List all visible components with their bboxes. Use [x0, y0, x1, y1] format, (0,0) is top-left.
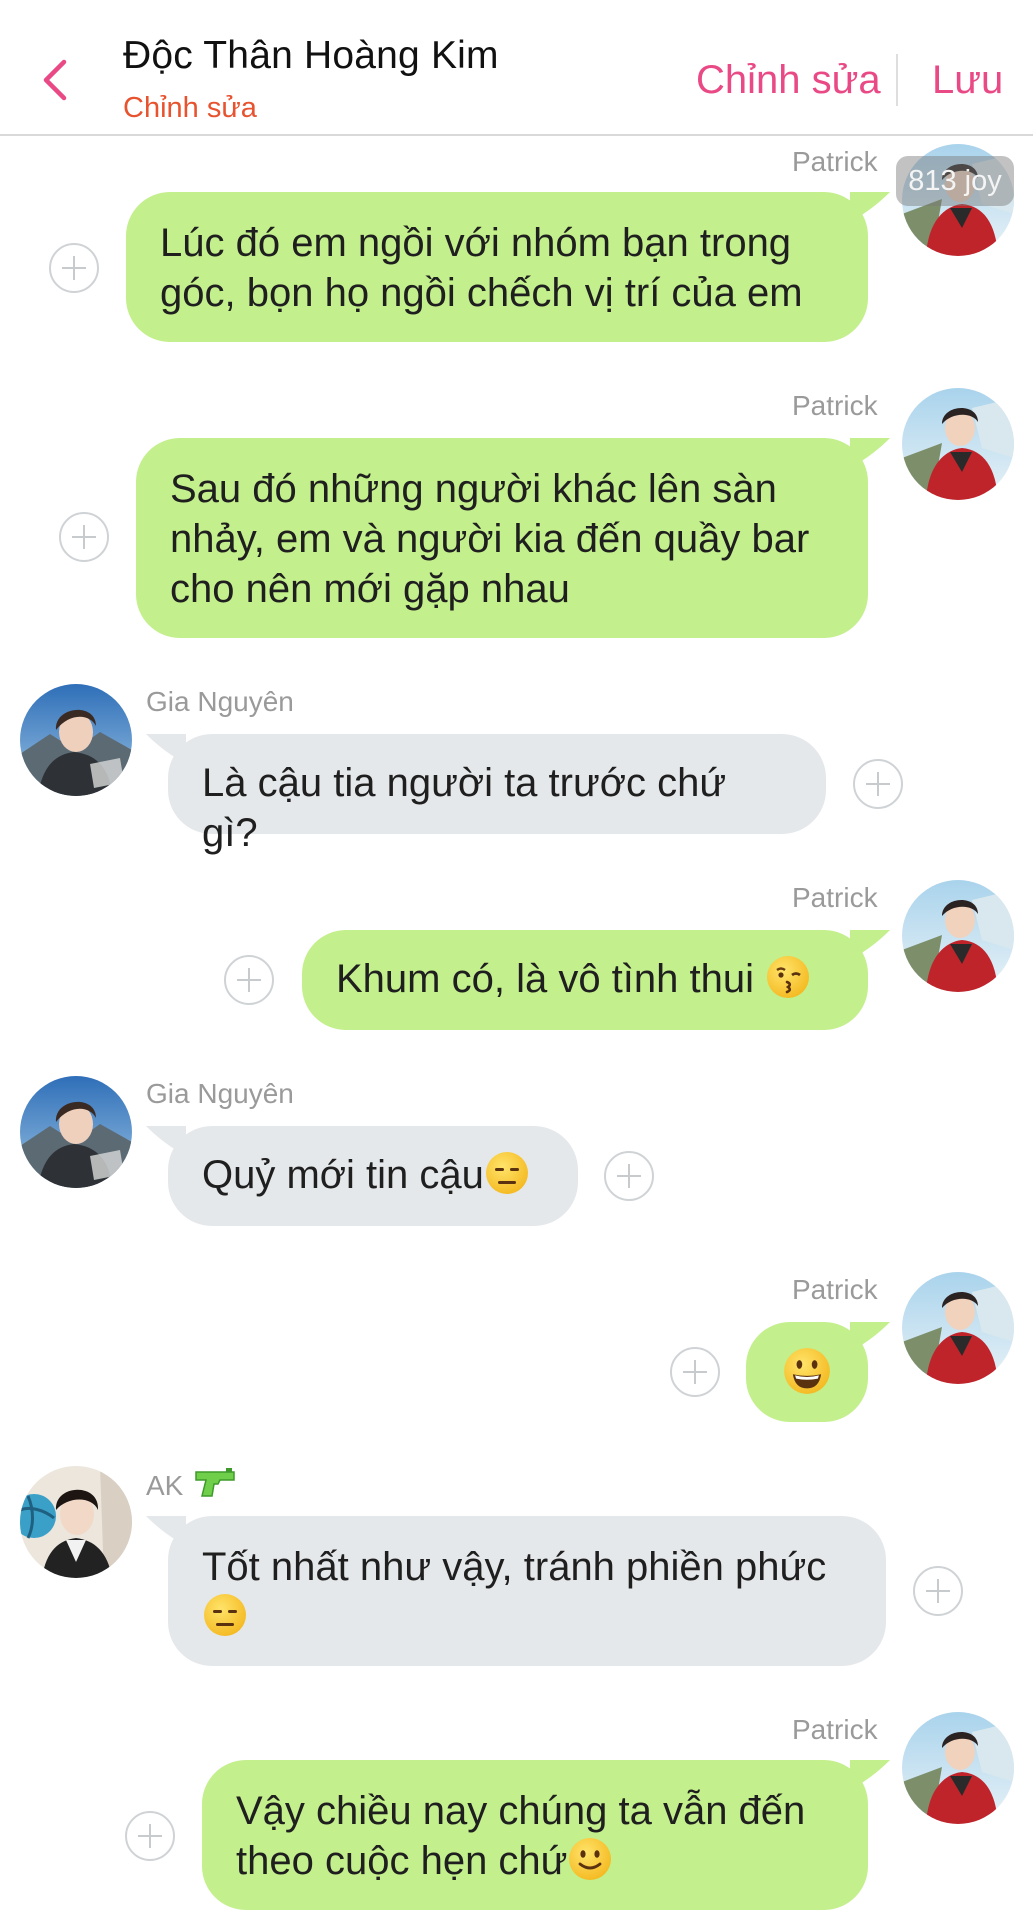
add-reaction-button[interactable] [913, 1566, 963, 1616]
sender-name: Patrick [792, 390, 878, 421]
grinning-face-emoji-icon [784, 1348, 830, 1394]
add-reaction-button[interactable] [224, 955, 274, 1005]
sender-name: Gia Nguyên [146, 1078, 294, 1109]
patrick-avatar[interactable] [902, 388, 1014, 500]
gia-nguyen-avatar[interactable] [20, 1076, 132, 1188]
patrick-avatar[interactable] [902, 880, 1014, 992]
header-divider [896, 54, 898, 106]
add-reaction-button[interactable] [125, 1811, 175, 1861]
sender-name: Patrick [792, 1274, 878, 1305]
message-text: Vậy chiều nay chúng ta vẫn đến theo cuộc… [236, 1789, 806, 1883]
patrick-avatar[interactable] [902, 1712, 1014, 1824]
chat-header: Độc Thân Hoàng Kim Chỉnh sửa Chỉnh sửa L… [0, 0, 1033, 136]
add-reaction-button[interactable] [670, 1347, 720, 1397]
patrick-avatar[interactable] [902, 1272, 1014, 1384]
message-bubble-outgoing[interactable] [746, 1322, 868, 1422]
watermark: 813 joy [896, 156, 1014, 206]
message-bubble-outgoing[interactable]: Sau đó những người khác lên sàn nhảy, em… [136, 438, 868, 638]
expressionless-face-emoji-icon [485, 1152, 528, 1194]
message-text: Khum có, là vô tình thui [336, 957, 755, 1001]
add-reaction-button[interactable] [853, 759, 903, 809]
kissing-face-emoji-icon [767, 956, 810, 998]
sender-name: Patrick [792, 146, 878, 177]
water-gun-icon [195, 1468, 235, 1497]
sender-name: Patrick [792, 882, 878, 913]
message-bubble-outgoing[interactable]: Vậy chiều nay chúng ta vẫn đến theo cuộc… [202, 1760, 868, 1910]
add-reaction-button[interactable] [49, 243, 99, 293]
add-reaction-button[interactable] [59, 512, 109, 562]
message-bubble-outgoing[interactable]: Khum có, là vô tình thui [302, 930, 868, 1030]
save-button[interactable]: Lưu [932, 58, 1003, 103]
add-reaction-button[interactable] [604, 1151, 654, 1201]
sender-name: Patrick [792, 1714, 878, 1745]
slightly-smiling-face-emoji-icon [569, 1838, 612, 1880]
message-bubble-incoming[interactable]: Là cậu tia người ta trước chứ gì? [168, 734, 826, 855]
message-bubble-incoming[interactable]: Quỷ mới tin cậu [168, 1126, 578, 1226]
message-bubble-outgoing[interactable]: Lúc đó em ngồi với nhóm bạn trong góc, b… [126, 192, 868, 342]
sender-name: AK [146, 1470, 184, 1501]
gia-nguyen-avatar[interactable] [20, 684, 132, 796]
edit-button[interactable]: Chỉnh sửa [696, 58, 881, 103]
ak-avatar[interactable] [20, 1466, 132, 1578]
back-chevron-icon[interactable] [38, 58, 70, 102]
sender-name: Gia Nguyên [146, 686, 294, 717]
chat-title: Độc Thân Hoàng Kim [123, 34, 499, 77]
chat-subtitle-edit-link[interactable]: Chỉnh sửa [123, 92, 257, 125]
message-text: Tốt nhất như vậy, tránh phiền phức [202, 1545, 827, 1589]
expressionless-face-emoji-icon [204, 1594, 246, 1636]
message-text: Quỷ mới tin cậu [202, 1153, 484, 1197]
message-bubble-incoming[interactable]: Tốt nhất như vậy, tránh phiền phức [168, 1516, 886, 1666]
